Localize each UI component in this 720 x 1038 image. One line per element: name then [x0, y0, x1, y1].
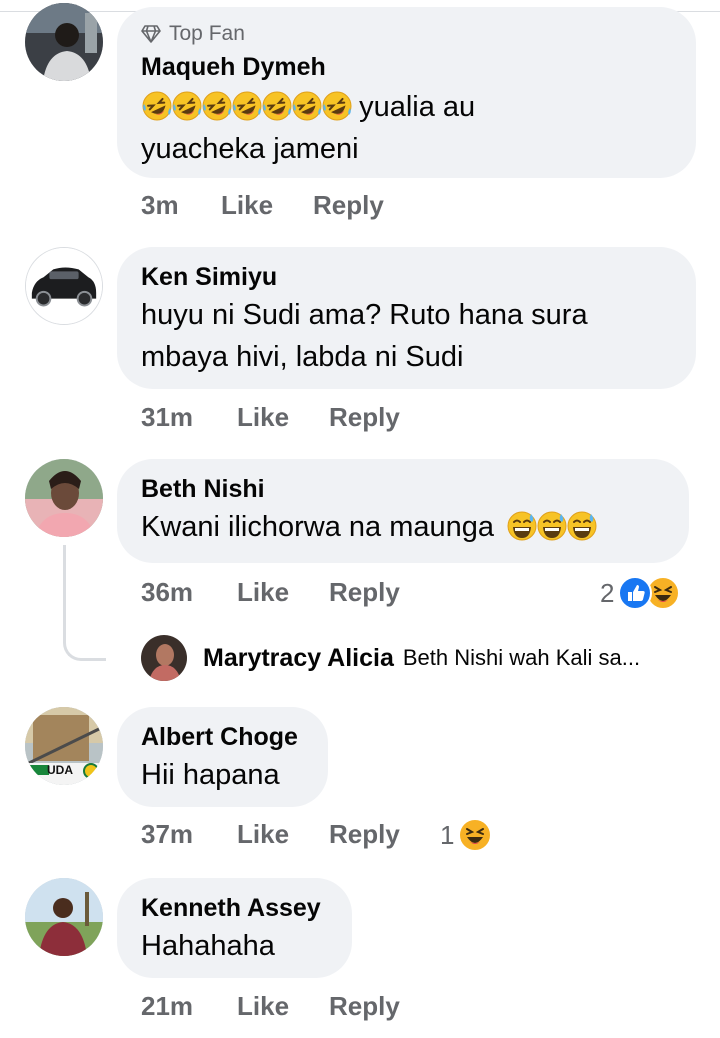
avatar[interactable]	[25, 3, 103, 81]
comment-actions: 31m Like Reply	[141, 402, 441, 436]
reaction-count: 2	[600, 577, 615, 608]
avatar	[141, 635, 187, 681]
svg-text:UDA: UDA	[47, 763, 73, 777]
reaction-summary[interactable]: 2	[600, 576, 681, 610]
reply-button[interactable]: Reply	[329, 402, 400, 433]
avatar[interactable]: UDA	[25, 707, 103, 785]
comment-actions: 21m Like Reply	[141, 991, 441, 1025]
top-fan-label: Top Fan	[169, 22, 245, 45]
avatar[interactable]	[25, 459, 103, 537]
comment-text: Kwani ilichorwa na maunga	[141, 506, 665, 548]
comment-actions: 3m Like Reply	[141, 190, 441, 224]
like-button[interactable]: Like	[221, 190, 273, 221]
comment-text: yualia au	[141, 86, 672, 128]
comment-text-line: yualia au	[359, 91, 476, 123]
reply-text: Beth Nishi wah Kali sa...	[402, 645, 641, 670]
reply-button[interactable]: Reply	[329, 819, 400, 850]
like-button[interactable]: Like	[237, 991, 289, 1022]
comment-text-line: Kwani ilichorwa na maunga	[141, 511, 495, 543]
comment-time[interactable]: 31m	[141, 402, 193, 433]
comment-text-line: mbaya hivi, labda ni Sudi	[141, 341, 464, 373]
grinning-sweat-emoji	[566, 510, 598, 542]
reply-author[interactable]: Marytracy Alicia	[203, 644, 394, 673]
like-button[interactable]: Like	[237, 819, 289, 850]
comment-text-line: Hahahaha	[141, 930, 275, 962]
reaction-count: 1	[440, 819, 455, 850]
comment-author[interactable]: Albert Choge	[141, 722, 304, 752]
comment-bubble: Kenneth Assey Hahahaha	[117, 878, 352, 978]
rolling-laughing-emoji	[171, 90, 203, 122]
grinning-sweat-emoji	[506, 510, 538, 542]
comment-bubble: Top Fan Maqueh Dymeh yualia au yuacheka …	[117, 7, 696, 178]
comment-actions: 36m Like Reply	[141, 577, 441, 611]
emoji-row	[506, 510, 598, 543]
comment-bubble: Albert Choge Hii hapana	[117, 707, 328, 807]
rolling-laughing-emoji	[291, 90, 323, 122]
comment-bubble: Beth Nishi Kwani ilichorwa na maunga	[117, 459, 689, 563]
emoji-row	[141, 90, 353, 123]
comment-time[interactable]: 36m	[141, 577, 193, 608]
reply-preview[interactable]: Marytracy Alicia Beth Nishi wah Kali sa.…	[141, 635, 640, 681]
reply-button[interactable]: Reply	[329, 991, 400, 1022]
comment-author[interactable]: Kenneth Assey	[141, 893, 328, 923]
rolling-laughing-emoji	[201, 90, 233, 122]
like-button[interactable]: Like	[237, 402, 289, 433]
comment-text-line: huyu ni Sudi ama? Ruto hana sura	[141, 299, 588, 331]
haha-reaction-icon	[458, 818, 493, 852]
comment-text-line: yuacheka jameni	[141, 133, 359, 165]
comment-time[interactable]: 37m	[141, 819, 193, 850]
comment-author[interactable]: Maqueh Dymeh	[141, 52, 672, 82]
avatar[interactable]	[25, 878, 103, 956]
grinning-sweat-emoji	[536, 510, 568, 542]
comment-text-line: Hii hapana	[141, 759, 280, 791]
reply-button[interactable]: Reply	[313, 190, 384, 221]
like-button[interactable]: Like	[237, 577, 289, 608]
comment-author[interactable]: Beth Nishi	[141, 474, 665, 504]
avatar[interactable]	[25, 247, 103, 325]
comment-author[interactable]: Ken Simiyu	[141, 262, 672, 292]
reply-button[interactable]: Reply	[329, 577, 400, 608]
like-reaction-icon	[618, 576, 653, 610]
rolling-laughing-emoji	[141, 90, 173, 122]
comment-time[interactable]: 21m	[141, 991, 193, 1022]
top-fan-badge: Top Fan	[141, 19, 672, 49]
thread-connector	[63, 545, 106, 661]
diamond-icon	[141, 25, 161, 43]
reaction-summary[interactable]: 1	[440, 818, 493, 852]
comment-bubble: Ken Simiyu huyu ni Sudi ama? Ruto hana s…	[117, 247, 696, 389]
comment-time[interactable]: 3m	[141, 190, 179, 221]
comment-actions: 37m Like Reply	[141, 819, 441, 853]
rolling-laughing-emoji	[261, 90, 293, 122]
rolling-laughing-emoji	[231, 90, 263, 122]
rolling-laughing-emoji	[321, 90, 353, 122]
